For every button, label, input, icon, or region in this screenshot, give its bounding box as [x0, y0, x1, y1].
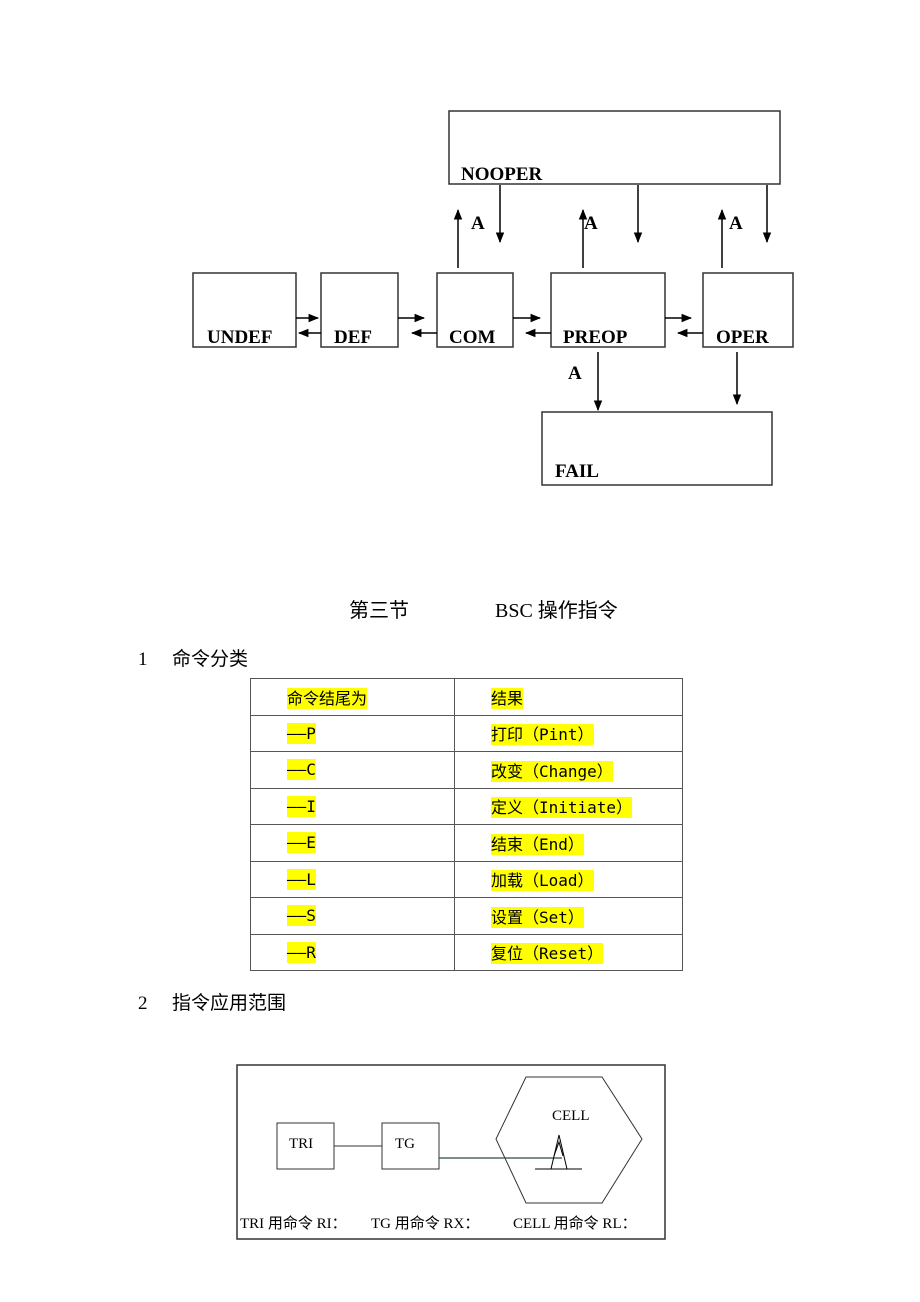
scope-diagram: TRI TG CELL TRI 用命令 RI： TG 用命令 RX： CELL … — [236, 1064, 666, 1240]
suffix-cell: ——L — [287, 868, 316, 890]
section-title: BSC 操作指令 — [495, 600, 618, 622]
tg-command-caption: TG 用命令 RX： — [371, 1214, 479, 1232]
suffix-cell: ——C — [287, 759, 316, 781]
subsection-title: 指令应用范围 — [172, 993, 287, 1014]
tg-label: TG — [395, 1136, 415, 1152]
section-chapter: 第三节 — [349, 600, 409, 622]
result-cell: 加载（Load） — [491, 870, 594, 892]
result-cell: 复位（Reset） — [491, 943, 604, 965]
tri-box: TRI — [276, 1122, 335, 1170]
header-suffix: 命令结尾为 — [287, 687, 368, 709]
com-label: COM — [449, 327, 496, 348]
table-row: ——I 定义（Initiate） — [250, 787, 683, 825]
suffix-cell: ——R — [287, 941, 316, 963]
table-row: ——P 打印（Pint） — [250, 714, 683, 752]
nooper-label: NOOPER — [461, 164, 543, 185]
undef-state-box: UNDEF — [192, 272, 297, 348]
result-cell: 打印（Pint） — [491, 724, 594, 746]
tg-box: TG — [381, 1122, 440, 1170]
header-result: 结果 — [491, 687, 524, 709]
oper-label: OPER — [716, 327, 769, 348]
table-row: ——L 加载（Load） — [250, 860, 683, 898]
result-cell: 结束（End） — [491, 833, 584, 855]
def-state-box: DEF — [320, 272, 399, 348]
arrow-label-a: A — [729, 213, 743, 234]
subsection-2-heading: 2 指令应用范围 — [138, 988, 286, 1015]
def-label: DEF — [334, 327, 372, 348]
oper-state-box: OPER — [702, 272, 794, 348]
fail-state-box: FAIL — [541, 411, 773, 486]
down-from-nooper-transitions — [495, 185, 772, 244]
command-suffix-table: 命令结尾为 结果 ——P 打印（Pint） ——C 改变（Change） ——I… — [250, 678, 683, 971]
suffix-cell: ——P — [287, 722, 316, 744]
subsection-1-heading: 1 命令分类 — [138, 644, 248, 671]
cell-label: CELL — [552, 1108, 590, 1124]
undef-label: UNDEF — [207, 327, 272, 348]
arrow-label-a: A — [568, 363, 582, 384]
tri-label: TRI — [289, 1136, 313, 1152]
table-row: ——S 设置（Set） — [250, 897, 683, 935]
result-cell: 设置（Set） — [491, 906, 584, 928]
result-cell: 改变（Change） — [491, 760, 613, 782]
fail-label: FAIL — [555, 461, 599, 482]
nooper-state-box: NOOPER — [448, 110, 781, 185]
preop-state-box: PREOP — [550, 272, 666, 348]
subsection-number: 1 — [138, 649, 148, 670]
cell-command-caption: CELL 用命令 RL： — [513, 1214, 637, 1232]
preop-label: PREOP — [563, 327, 628, 348]
suffix-cell: ——I — [287, 795, 316, 817]
tri-command-caption: TRI 用命令 RI： — [240, 1214, 347, 1232]
suffix-cell: ——S — [287, 905, 316, 927]
table-row: ——R 复位（Reset） — [250, 933, 683, 971]
subsection-title: 命令分类 — [172, 649, 249, 670]
to-fail-transitions — [593, 352, 742, 412]
table-row: ——E 结束（End） — [250, 824, 683, 862]
arrow-label-a: A — [471, 213, 485, 234]
subsection-number: 2 — [138, 993, 148, 1014]
table-header-row: 命令结尾为 结果 — [250, 678, 683, 716]
table-row: ——C 改变（Change） — [250, 751, 683, 789]
state-diagram: NOOPER UNDEF DEF COM PREOP OPER FAIL A A… — [192, 110, 794, 486]
com-state-box: COM — [436, 272, 514, 348]
arrow-label-a: A — [584, 213, 598, 234]
suffix-cell: ——E — [287, 832, 316, 854]
result-cell: 定义（Initiate） — [491, 797, 633, 819]
